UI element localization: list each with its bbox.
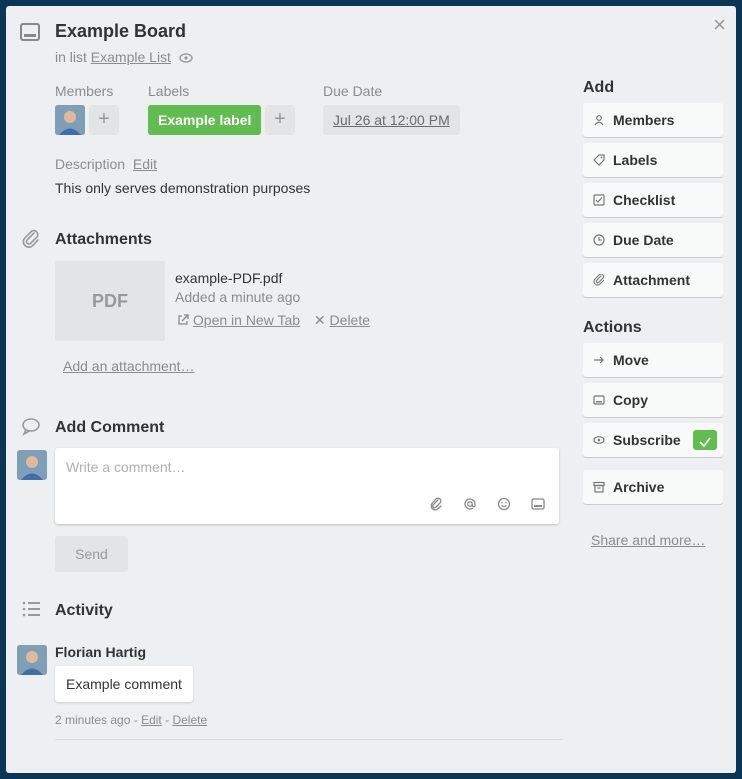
sidebar-attachment-button[interactable]: Attachment [583,263,723,297]
comment-bubble-icon [22,418,40,436]
sidebar-copy-button[interactable]: Copy [583,383,723,417]
emoji-icon[interactable] [497,497,511,511]
open-in-new-tab-link[interactable]: Open in New Tab [193,312,300,328]
sidebar-archive-label: Archive [613,479,665,495]
paperclip-icon [593,274,605,286]
due-date-button[interactable]: Jul 26 at 12:00 PM [323,105,460,135]
share-and-more-link[interactable]: Share and more… [591,532,705,548]
sidebar-labels-label: Labels [613,152,658,168]
sidebar-members-button[interactable]: Members [583,103,723,137]
card-list-info: in list Example List [55,49,193,65]
watch-eye-icon [179,53,193,63]
comment-input[interactable]: Write a comment… [55,448,559,524]
list-link[interactable]: Example List [91,49,171,65]
attachment-thumbnail[interactable]: PDF [55,261,165,341]
attachment-filename: example-PDF.pdf [175,270,283,286]
in-list-prefix: in list [55,49,87,65]
paperclip-icon [22,229,39,248]
send-button[interactable]: Send [55,536,128,572]
description-text: This only serves demonstration purposes [55,180,311,196]
sidebar-checklist-label: Checklist [613,192,676,208]
labels-label: Labels [148,83,190,99]
subscribed-check-icon [693,430,717,450]
tag-icon [593,154,605,166]
arrow-right-icon [594,356,604,364]
sidebar-move-label: Move [613,352,649,368]
activity-title: Activity [55,602,113,619]
label-chip[interactable]: Example label [148,105,262,135]
external-link-icon [178,314,189,325]
delete-x-icon: ✕ [313,312,326,328]
description-label: Description [55,156,126,172]
activity-author-name[interactable]: Florian Hartig [55,644,146,660]
sidebar-due-date-label: Due Date [613,232,674,248]
activity-edit-link[interactable]: Edit [141,713,162,727]
add-label-button[interactable]: + [265,105,295,135]
activity-separator: - [133,713,138,727]
card-detail-window: Example Board in list Example List × Mem… [6,6,736,773]
sidebar-checklist-button[interactable]: Checklist [583,183,723,217]
sidebar-due-date-button[interactable]: Due Date [583,223,723,257]
activity-meta: 2 minutes ago - Edit - Delete [55,713,207,727]
clock-icon [593,234,605,246]
add-attachment-link[interactable]: Add an attachment… [63,358,195,374]
current-user-avatar [17,450,47,480]
activity-time: 2 minutes ago [55,713,131,727]
sidebar-move-button[interactable]: Move [583,343,723,377]
mention-icon[interactable] [463,497,477,511]
activity-delete-link[interactable]: Delete [172,713,207,727]
card-icon [593,395,605,405]
sidebar-labels-button[interactable]: Labels [583,143,723,177]
comment-placeholder: Write a comment… [66,459,186,475]
description-edit-link[interactable]: Edit [133,156,157,172]
sidebar-subscribe-label: Subscribe [613,432,681,448]
sidebar-members-label: Members [613,112,675,128]
card-link-icon[interactable] [531,497,545,511]
sidebar-copy-label: Copy [613,392,648,408]
delete-attachment-link[interactable]: Delete [330,312,370,328]
archive-box-icon [593,481,605,493]
attachment-added-time: Added a minute ago [175,289,301,305]
member-avatar[interactable] [55,105,85,135]
description-heading: Description Edit [55,156,157,172]
members-label: Members [55,83,114,99]
person-icon [594,115,604,126]
activity-separator: - [165,713,170,727]
attachment-actions: Open in New Tab ✕ Delete [177,312,370,329]
add-comment-title: Add Comment [55,419,165,436]
checkbox-icon [593,194,605,206]
sidebar-attachment-label: Attachment [613,272,691,288]
eye-icon [593,436,605,444]
activity-divider [55,739,563,740]
activity-author-avatar[interactable] [17,645,47,675]
card-title[interactable]: Example Board [55,21,186,42]
attachments-title: Attachments [55,231,152,248]
card-icon [20,23,40,41]
activity-comment-text: Example comment [55,666,193,702]
sidebar-add-heading: Add [583,79,615,96]
sidebar-archive-button[interactable]: Archive [583,470,723,504]
sidebar-actions-heading: Actions [583,319,642,336]
due-date-label: Due Date [323,83,383,99]
add-member-button[interactable]: + [89,105,119,135]
close-icon[interactable]: × [713,14,726,36]
activity-list-icon [22,601,40,617]
attach-icon[interactable] [429,497,443,511]
sidebar-subscribe-button[interactable]: Subscribe [583,423,723,457]
